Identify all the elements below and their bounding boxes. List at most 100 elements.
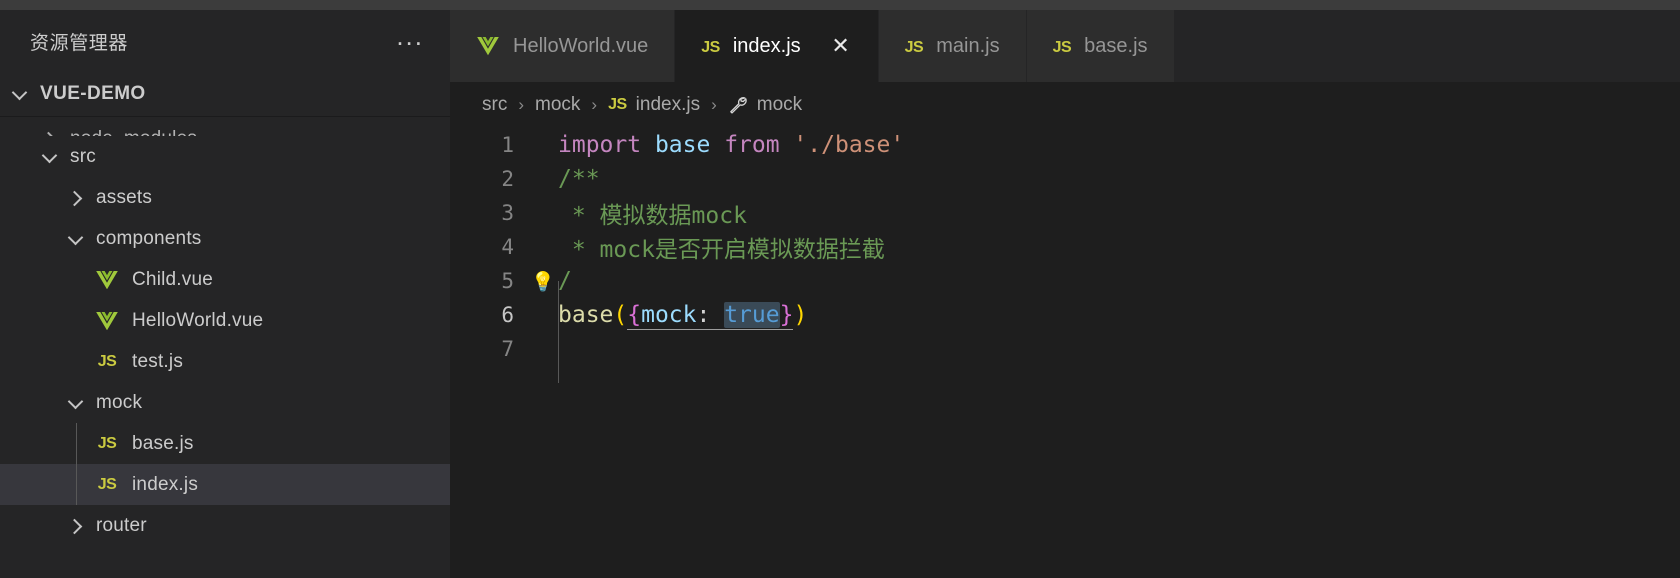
chevron-right-icon[interactable] [66,187,88,209]
code-editor[interactable]: 1 import base from './base' 2 /** 3 * 模拟… [450,128,1680,578]
token-boolean-true-selected[interactable]: true [724,302,780,328]
breadcrumb-item-mock[interactable]: mock [535,94,580,116]
file-tree-item-label: assets [96,186,153,208]
js-file-icon: JS [904,38,924,56]
file-tree-item-components[interactable]: components [0,218,450,259]
code-line: 7 [450,332,1680,366]
line-number: 2 [501,167,514,191]
explorer-header: 资源管理器 ... [0,10,450,72]
file-tree-item-index-js[interactable]: JS index.js [0,464,450,505]
editor-tab-base-js[interactable]: JS base.js [1026,10,1175,82]
file-tree-item-assets[interactable]: assets [0,177,450,218]
code-line-content: * mock是否开启模拟数据拦截 [558,237,885,263]
breadcrumb-separator-icon: › [711,95,717,114]
file-tree-item-label: Child.vue [132,268,214,290]
explorer-root-folder[interactable]: VUE-DEMO [0,72,450,116]
editor-tab-main-js[interactable]: JS main.js [878,10,1027,82]
token-string-path: './base' [779,132,905,158]
token-function-base: base [558,302,614,328]
file-tree-item-src[interactable]: src [0,136,450,177]
file-tree-item-inner: components [0,228,450,250]
token-paren-open: ( [613,302,628,328]
breadcrumb-separator-icon: › [518,95,524,114]
token-keyword-import: import [558,132,642,158]
file-tree-item-label: mock [96,391,143,413]
js-file-icon: JS [701,35,720,58]
editor-tab-HelloWorld-vue[interactable]: HelloWorld.vue [450,10,676,82]
editor-tab-bar: HelloWorld.vue JS index.js ✕ JS main.js JS base… [450,10,1680,82]
file-icon: JS [92,353,122,371]
code-line-content: * 模拟数据mock [558,203,747,229]
file-tree: node_modulessrc assets components Child.vue… [0,116,450,578]
js-file-icon: JS [701,38,720,56]
close-icon[interactable]: ✕ [830,33,852,59]
breadcrumb-item-src[interactable]: src [482,94,507,116]
vue-file-icon [477,37,499,56]
file-tree-item-inner: node_modules [0,128,450,136]
vue-file-icon [96,311,118,330]
token-colon: : [696,302,725,328]
explorer-title: 资源管理器 [30,32,129,54]
file-tree-item-label: router [96,514,147,536]
breadcrumb-item-label: mock [756,94,803,115]
code-line: 4 * mock是否开启模拟数据拦截 [450,230,1680,264]
token-keyword-from: from [724,132,780,158]
token-paren-close: ) [793,302,808,328]
line-number: 6 [501,303,514,327]
code-line: 1 import base from './base' [450,128,1680,162]
file-icon: JS [92,435,122,453]
file-tree-item-inner: Child.vue [0,269,450,291]
file-tree-item-HelloWorld-vue[interactable]: HelloWorld.vue [0,300,450,341]
js-file-icon: JS [1052,38,1072,56]
chevron-down-icon [10,83,32,105]
editor-tab-label: base.js [1084,34,1148,57]
code-line: 2 /** [450,162,1680,196]
breadcrumb: src › mock › JS index.js › mock [450,82,1680,128]
file-tree-item-label: base.js [132,432,194,454]
tab-bar-filler [1174,10,1680,82]
token-brace-open: { [627,302,642,328]
code-line-content: import base from './base' [558,132,904,158]
token-property-mock: mock [641,302,697,328]
code-line-active: 6 base({mock: true}) [450,298,1680,332]
js-file-icon: JS [1053,35,1072,58]
breadcrumb-item-label: src [482,94,508,115]
file-icon: JS [92,476,122,494]
file-tree-item-base-js[interactable]: JS base.js [0,423,450,464]
breadcrumb-item-mock[interactable]: mock [728,94,802,116]
line-number: 7 [501,337,514,361]
breadcrumb-separator-icon: › [591,95,598,114]
chevron-down-icon[interactable] [40,146,62,168]
file-tree-item-inner: src [0,146,450,168]
line-number: 1 [501,133,514,157]
workbench-body: 资源管理器 ... VUE-DEMO node_modulessrcassets… [0,10,1680,578]
file-tree-item-test-js[interactable]: JS test.js [0,341,450,382]
breadcrumb-item-index-js[interactable]: JS index.js [608,94,700,116]
wrench-symbol-icon [729,97,747,114]
file-tree-item-label: components [96,227,202,249]
file-tree-item-inner: assets [0,187,450,209]
chevron-down-icon[interactable] [66,228,88,250]
file-tree-item-inner: HelloWorld.vue [0,310,450,332]
line-number: 4 [501,235,514,259]
js-file-icon: JS [608,96,627,113]
js-file-icon: JS [905,35,924,58]
file-tree-item-router[interactable]: router [0,505,450,546]
editor-tab-label: index.js [732,34,801,57]
more-actions-icon[interactable]: ... [396,23,424,51]
file-tree-item-mock[interactable]: mock [0,382,450,423]
code-line-content: / [558,268,572,294]
file-tree-item-node_modules[interactable]: node_modules [0,116,450,136]
file-tree-item-inner: JS base.js [0,433,450,455]
chevron-down-icon[interactable] [66,392,88,414]
lightbulb-icon[interactable]: 💡 [528,270,558,293]
file-tree-item-Child-vue[interactable]: Child.vue [0,259,450,300]
token-identifier-base: base [641,132,725,158]
chevron-right-icon[interactable] [66,515,88,537]
js-file-icon: JS [97,475,117,493]
editor-tab-index-js[interactable]: JS index.js ✕ [675,10,879,82]
chevron-right-icon[interactable] [40,128,62,136]
explorer-sidebar: 资源管理器 ... VUE-DEMO node_modulessrc assets… [0,10,450,578]
editor-tab-label: HelloWorld.vue [513,34,649,57]
file-tree-item-inner: mock [0,392,450,414]
